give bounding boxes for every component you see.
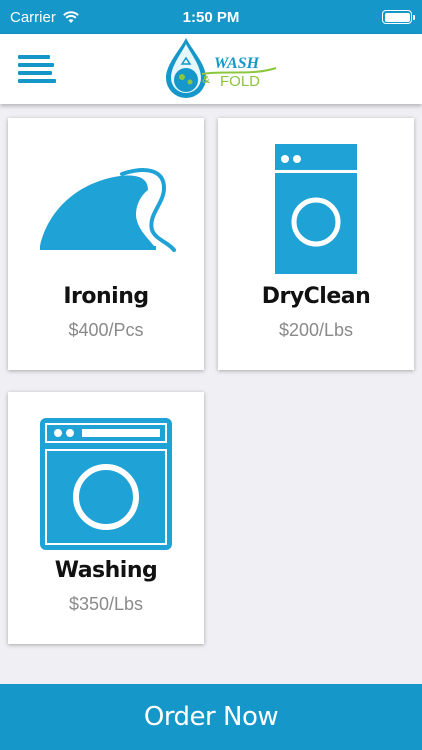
wifi-icon xyxy=(62,11,79,23)
washing-machine-icon xyxy=(40,418,172,550)
menu-line xyxy=(18,55,50,59)
menu-line xyxy=(18,79,56,83)
service-tile-dryclean[interactable]: DryClean $200/Lbs xyxy=(218,118,414,370)
menu-button[interactable] xyxy=(18,55,58,85)
menu-line xyxy=(18,71,52,75)
service-tile-ironing[interactable]: Ironing $400/Pcs xyxy=(8,118,204,370)
status-bar: Carrier 1:50 PM xyxy=(0,0,422,34)
battery-icon xyxy=(382,10,415,24)
dryclean-machine-icon xyxy=(275,144,357,274)
wash-fold-logo: WASH & FOLD xyxy=(166,38,277,98)
service-title: Ironing xyxy=(63,284,149,309)
menu-line xyxy=(18,63,54,67)
status-left: Carrier xyxy=(10,9,80,26)
battery-level xyxy=(384,12,410,22)
carrier-label: Carrier xyxy=(10,8,56,26)
logo-text-wash: WASH xyxy=(214,55,260,72)
order-now-button[interactable]: Order Now xyxy=(0,684,422,750)
service-tile-washing[interactable]: Washing $350/Lbs xyxy=(8,392,204,644)
service-price: $400/Pcs xyxy=(68,320,144,340)
logo-text-ampersand: & xyxy=(202,74,210,86)
nav-bar: WASH & FOLD xyxy=(0,34,422,104)
service-price: $350/Lbs xyxy=(68,594,144,614)
service-price: $200/Lbs xyxy=(278,320,354,340)
service-title: Washing xyxy=(54,558,158,583)
iron-icon xyxy=(40,168,176,252)
service-title: DryClean xyxy=(261,284,371,309)
logo-text-fold: FOLD xyxy=(220,73,260,90)
